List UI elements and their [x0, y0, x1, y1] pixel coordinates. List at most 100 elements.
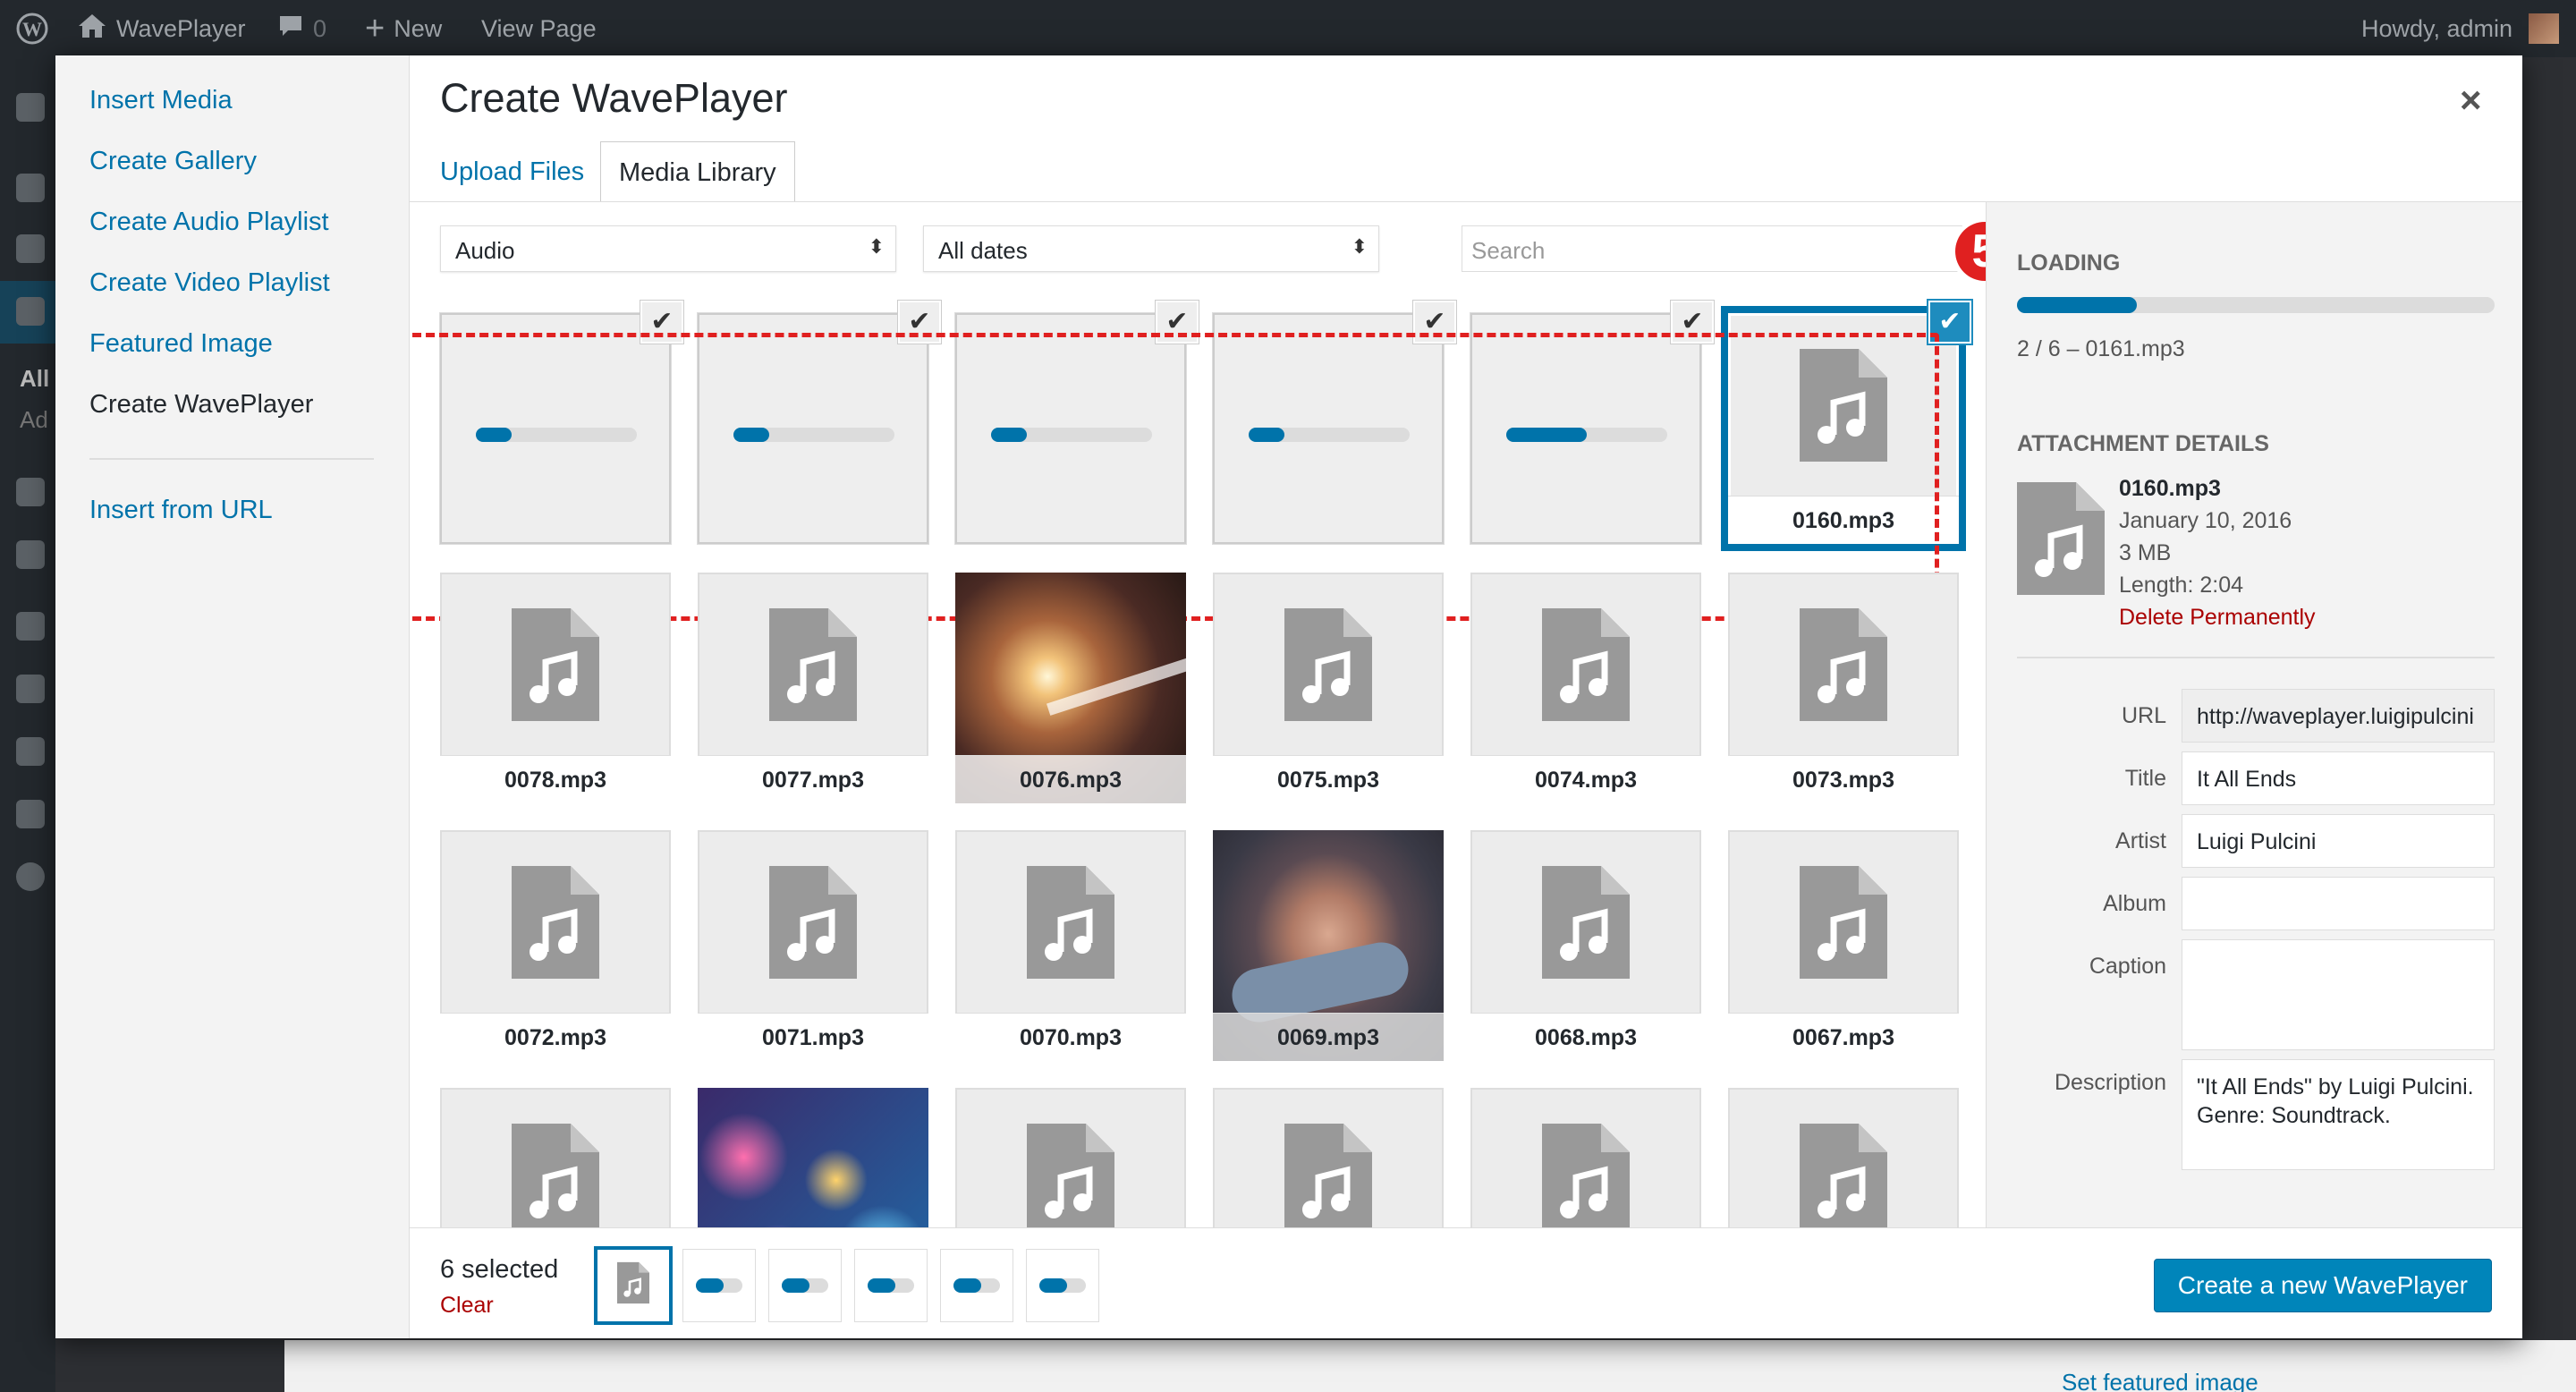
- upload-status: 2 / 6 – 0161.mp3: [2017, 336, 2185, 361]
- attachment-item[interactable]: [1470, 1088, 1701, 1227]
- attachment-filename: 0068.mp3: [1470, 1013, 1701, 1061]
- attachment-filename: 0067.mp3: [1728, 1013, 1959, 1061]
- media-type-filter[interactable]: Audio ⬍: [440, 225, 896, 272]
- thumb-progress-fill: [696, 1278, 724, 1293]
- menu-featured-image[interactable]: Featured Image: [89, 329, 273, 359]
- site-menu[interactable]: WavePlayer: [77, 0, 246, 57]
- selection-thumb[interactable]: [941, 1250, 1013, 1321]
- media-icon[interactable]: [16, 234, 45, 263]
- attachment-filename: 0070.mp3: [955, 1013, 1186, 1061]
- howdy-text: Howdy, admin: [2361, 14, 2513, 42]
- comments-sidebar-icon[interactable]: [16, 478, 45, 506]
- account-menu[interactable]: Howdy, admin: [2361, 0, 2560, 57]
- site-name: WavePlayer: [116, 14, 246, 42]
- attachment-item[interactable]: 0073.mp3: [1728, 573, 1959, 803]
- attachment-name: 0160.mp3: [2119, 476, 2221, 501]
- menu-create-gallery[interactable]: Create Gallery: [89, 147, 257, 176]
- thumb-progress: [953, 1278, 1000, 1293]
- attachment-item[interactable]: 0078.mp3: [440, 573, 671, 803]
- avatar: [2529, 13, 2560, 44]
- caption-field[interactable]: [2182, 939, 2495, 1050]
- users-icon[interactable]: [16, 675, 45, 703]
- selection-thumb[interactable]: [769, 1250, 841, 1321]
- settings-icon[interactable]: [16, 800, 45, 828]
- audio-file-icon: [1284, 608, 1372, 721]
- tab-media-library[interactable]: Media Library: [600, 141, 795, 202]
- description-field[interactable]: "It All Ends" by Luigi Pulcini. Genre: S…: [2182, 1059, 2495, 1170]
- menu-create-waveplayer[interactable]: Create WavePlayer: [89, 390, 313, 420]
- attachment-filename: 0069.mp3: [1213, 1013, 1444, 1061]
- comment-icon: [277, 13, 304, 45]
- create-waveplayer-button[interactable]: Create a new WavePlayer: [2153, 1259, 2492, 1312]
- title-field[interactable]: It All Ends: [2182, 751, 2495, 805]
- wordpress-logo-icon[interactable]: W: [16, 0, 48, 57]
- close-icon[interactable]: ×: [2460, 79, 2482, 122]
- attachment-details-sidebar: LOADING 2 / 6 – 0161.mp3 ATTACHMENT DETA…: [1986, 202, 2522, 1227]
- modal-title: Create WavePlayer: [440, 75, 788, 121]
- new-content-menu[interactable]: + New: [365, 0, 442, 57]
- attachment-item[interactable]: 0068.mp3: [1470, 830, 1701, 1061]
- attachment-item[interactable]: 0067.mp3: [1728, 830, 1959, 1061]
- menu-create-video-playlist[interactable]: Create Video Playlist: [89, 268, 330, 298]
- menu-insert-from-url[interactable]: Insert from URL: [89, 496, 273, 525]
- delete-permanently-link[interactable]: Delete Permanently: [2119, 605, 2316, 631]
- audio-file-icon: [2017, 482, 2105, 595]
- selection-thumb[interactable]: [683, 1250, 755, 1321]
- appearance-icon[interactable]: [16, 540, 45, 569]
- thumb-progress: [1039, 1278, 1086, 1293]
- date-filter[interactable]: All dates ⬍: [923, 225, 1379, 272]
- upload-progress-bar: [2017, 297, 2495, 313]
- attachment-item[interactable]: [440, 1088, 671, 1227]
- attachment-item[interactable]: [955, 1088, 1186, 1227]
- view-page-label: View Page: [481, 14, 597, 42]
- url-label: URL: [2121, 703, 2166, 728]
- attachment-filename: 0078.mp3: [440, 755, 671, 803]
- comments-menu[interactable]: 0: [277, 0, 326, 57]
- attachment-item[interactable]: [1213, 1088, 1444, 1227]
- attachment-item[interactable]: 0071.mp3: [698, 830, 928, 1061]
- audio-file-icon: [512, 866, 599, 979]
- selection-thumb[interactable]: [597, 1250, 669, 1321]
- url-field[interactable]: http://waveplayer.luigipulcini: [2182, 689, 2495, 743]
- date-filter-value: All dates: [938, 237, 1028, 264]
- dashboard-icon[interactable]: [16, 93, 45, 122]
- attachment-item[interactable]: [1728, 1088, 1959, 1227]
- attachment-filename: 0077.mp3: [698, 755, 928, 803]
- album-label: Album: [2103, 891, 2166, 916]
- attachment-filename: 0075.mp3: [1213, 755, 1444, 803]
- tools-icon[interactable]: [16, 737, 45, 766]
- pages-icon[interactable]: [16, 297, 45, 326]
- plugins-icon[interactable]: [16, 612, 45, 641]
- attachment-item[interactable]: 0069.mp3: [1213, 830, 1444, 1061]
- attachment-item[interactable]: 0070.mp3: [955, 830, 1186, 1061]
- attachment-item[interactable]: [698, 1088, 928, 1227]
- attachment-item[interactable]: 0072.mp3: [440, 830, 671, 1061]
- sidebar-all-pages[interactable]: All: [20, 365, 49, 393]
- menu-insert-media[interactable]: Insert Media: [89, 86, 233, 115]
- clear-selection-link[interactable]: Clear: [440, 1293, 494, 1319]
- view-page-link[interactable]: View Page: [481, 0, 597, 57]
- selection-thumb[interactable]: [855, 1250, 927, 1321]
- menu-create-audio-playlist[interactable]: Create Audio Playlist: [89, 208, 329, 237]
- collapse-menu-icon[interactable]: [16, 862, 45, 891]
- search-input[interactable]: Search: [1462, 225, 1962, 272]
- description-label: Description: [2054, 1070, 2166, 1095]
- attachment-item[interactable]: 0075.mp3: [1213, 573, 1444, 803]
- sidebar-add-new[interactable]: Ad: [20, 406, 48, 434]
- attachment-item[interactable]: 0077.mp3: [698, 573, 928, 803]
- audio-file-icon: [769, 866, 857, 979]
- select-arrows-icon: ⬍: [868, 235, 885, 258]
- pin-icon[interactable]: [16, 174, 45, 202]
- audio-file-icon: [1800, 608, 1887, 721]
- tab-upload-files[interactable]: Upload Files: [422, 141, 602, 202]
- audio-file-icon: [769, 608, 857, 721]
- selection-thumb[interactable]: [1027, 1250, 1098, 1321]
- attachment-item[interactable]: 0076.mp3: [955, 573, 1186, 803]
- album-field[interactable]: [2182, 877, 2495, 930]
- set-featured-image-link[interactable]: Set featured image: [2062, 1369, 2258, 1392]
- artist-field[interactable]: Luigi Pulcini: [2182, 814, 2495, 868]
- attachment-item[interactable]: 0074.mp3: [1470, 573, 1701, 803]
- media-type-value: Audio: [455, 237, 515, 264]
- select-arrows-icon: ⬍: [1351, 235, 1368, 258]
- title-label: Title: [2124, 766, 2166, 791]
